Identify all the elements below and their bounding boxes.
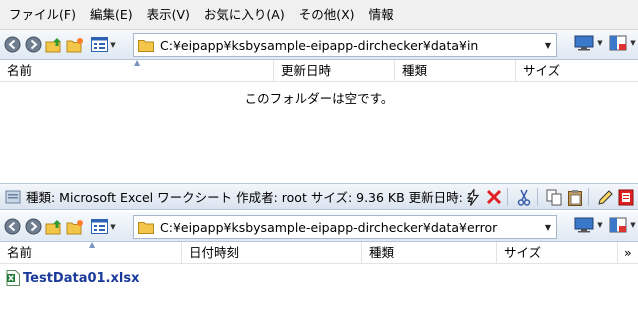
view-mode-icon[interactable]	[90, 218, 108, 236]
properties-icon[interactable]	[617, 188, 635, 206]
address-history-dropdown-icon[interactable]: ▼	[540, 41, 556, 50]
layout-icon[interactable]	[608, 216, 628, 234]
view-mode-dropdown-icon[interactable]: ▼	[108, 36, 118, 54]
cut-icon[interactable]	[515, 188, 533, 206]
pane1-path: C:¥eipapp¥ksbysample-eipapp-dirchecker¥d…	[160, 37, 479, 53]
folder-icon	[138, 39, 154, 52]
menu-bar: ファイル(F) 編集(E) 表示(V) お気に入り(A) その他(X) 情報	[0, 0, 638, 30]
pane2-toolbar: ▼ C:¥eipapp¥ksbysample-eipapp-dirchecker…	[0, 212, 638, 242]
lightning-icon[interactable]	[464, 188, 482, 206]
sort-ascending-icon: ▲	[134, 58, 141, 67]
new-folder-icon[interactable]	[66, 218, 84, 236]
menu-file[interactable]: ファイル(F)	[2, 0, 83, 30]
view-mode-icon[interactable]	[90, 36, 108, 54]
pane2-col-type[interactable]: 種類	[362, 242, 497, 264]
monitor-dropdown-icon[interactable]: ▼	[595, 34, 605, 52]
back-icon[interactable]	[3, 218, 21, 236]
more-columns-icon[interactable]: »	[618, 242, 638, 264]
pane1-address-bar[interactable]: C:¥eipapp¥ksbysample-eipapp-dirchecker¥d…	[133, 33, 557, 57]
up-folder-icon[interactable]	[45, 36, 63, 54]
separator	[507, 188, 508, 206]
view-mode-dropdown-icon[interactable]: ▼	[108, 218, 118, 236]
paste-icon[interactable]	[566, 188, 584, 206]
new-folder-icon[interactable]	[66, 36, 84, 54]
layout-icon[interactable]	[608, 34, 628, 52]
monitor-icon[interactable]	[573, 34, 595, 52]
address-history-dropdown-icon[interactable]: ▼	[540, 223, 556, 232]
forward-icon[interactable]	[24, 218, 42, 236]
pane1-col-modified[interactable]: 更新日時	[274, 60, 395, 82]
monitor-dropdown-icon[interactable]: ▼	[595, 216, 605, 234]
folder-icon	[138, 221, 154, 234]
pane2-col-datetime[interactable]: 日付時刻	[182, 242, 362, 264]
delete-icon[interactable]	[485, 188, 503, 206]
pane1-col-size[interactable]: サイズ	[516, 60, 638, 82]
list-item[interactable]: TestData01.xlsx	[6, 270, 139, 286]
monitor-icon[interactable]	[573, 216, 595, 234]
forward-icon[interactable]	[24, 36, 42, 54]
pane2-col-size[interactable]: サイズ	[497, 242, 618, 264]
rename-icon[interactable]	[596, 188, 614, 206]
separator	[537, 188, 538, 206]
sort-ascending-icon: ▲	[89, 240, 96, 249]
copy-icon[interactable]	[545, 188, 563, 206]
details-bar: 種類: Microsoft Excel ワークシート 作成者: root サイズ…	[0, 183, 638, 210]
menu-edit[interactable]: 編集(E)	[83, 0, 140, 30]
menu-info[interactable]: 情報	[362, 0, 401, 30]
excel-file-icon	[6, 270, 20, 286]
layout-dropdown-icon[interactable]: ▼	[628, 216, 638, 234]
pane1-column-header: 名前 ▲ 更新日時 種類 サイズ	[0, 58, 638, 82]
menu-other[interactable]: その他(X)	[292, 0, 362, 30]
pane2-path: C:¥eipapp¥ksbysample-eipapp-dirchecker¥d…	[160, 219, 498, 235]
pane2-column-header: 名前 ▲ 日付時刻 種類 サイズ »	[0, 240, 638, 264]
back-icon[interactable]	[3, 36, 21, 54]
up-folder-icon[interactable]	[45, 218, 63, 236]
separator	[588, 188, 589, 206]
pane1-toolbar: ▼ C:¥eipapp¥ksbysample-eipapp-dirchecker…	[0, 30, 638, 60]
file-details-text: 種類: Microsoft Excel ワークシート 作成者: root サイズ…	[26, 190, 475, 205]
menu-view[interactable]: 表示(V)	[140, 0, 197, 30]
menu-favorites[interactable]: お気に入り(A)	[197, 0, 292, 30]
pane1-col-type[interactable]: 種類	[395, 60, 516, 82]
file-name: TestData01.xlsx	[23, 270, 140, 286]
file-type-icon	[4, 188, 22, 206]
layout-dropdown-icon[interactable]: ▼	[628, 34, 638, 52]
pane1-empty-message: このフォルダーは空です。	[244, 91, 394, 106]
pane2-address-bar[interactable]: C:¥eipapp¥ksbysample-eipapp-dirchecker¥d…	[133, 215, 557, 239]
